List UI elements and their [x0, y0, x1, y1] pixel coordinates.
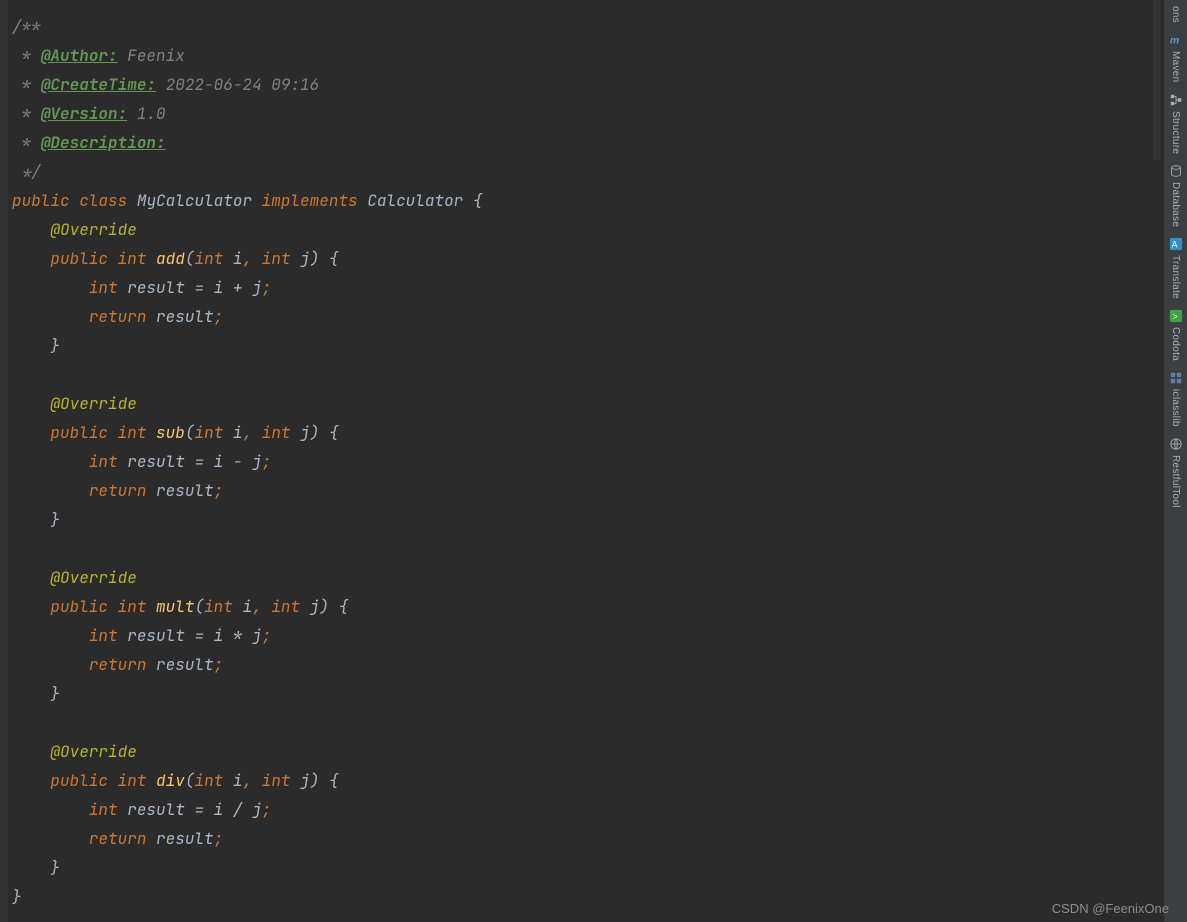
doc-version-val: 1.0 — [127, 103, 165, 124]
doc-star: * — [12, 45, 41, 66]
svg-text:m: m — [1169, 35, 1178, 47]
tool-codota[interactable]: > Codota — [1169, 309, 1183, 361]
globe-icon — [1169, 437, 1183, 451]
doc-desc-tag: @Description: — [41, 132, 166, 153]
svg-text:>: > — [1172, 312, 1177, 322]
tool-label: Maven — [1170, 51, 1181, 83]
tool-restfultool[interactable]: RestfulTool — [1169, 437, 1183, 508]
tool-ons[interactable]: ons — [1170, 6, 1181, 23]
tool-iclasslib[interactable]: iclasslib — [1169, 371, 1183, 427]
class-name: MyCalculator — [137, 190, 252, 211]
kw-class: class — [79, 190, 127, 211]
override-annotation: @Override — [50, 219, 136, 240]
code-editor[interactable]: /** * @Author: Feenix * @CreateTime: 202… — [8, 0, 1163, 922]
kw-implements: implements — [262, 190, 358, 211]
tool-label: Structure — [1170, 111, 1181, 154]
doc-create-tag: @CreateTime: — [41, 74, 156, 95]
scrollbar-thumb[interactable] — [1153, 0, 1161, 160]
doc-open: /** — [12, 16, 41, 37]
tool-label: ons — [1170, 6, 1181, 23]
editor-gutter — [0, 0, 8, 922]
method-div: div — [156, 770, 185, 791]
doc-author-tag: @Author: — [41, 45, 118, 66]
codota-icon: > — [1169, 309, 1183, 323]
method-mult: mult — [156, 596, 194, 617]
ide-window: /** * @Author: Feenix * @CreateTime: 202… — [0, 0, 1187, 922]
code-content[interactable]: /** * @Author: Feenix * @CreateTime: 202… — [8, 12, 1163, 911]
kw-public: public — [12, 190, 70, 211]
doc-author-val: Feenix — [118, 45, 185, 66]
method-sub: sub — [156, 422, 185, 443]
tool-maven[interactable]: m Maven — [1169, 33, 1183, 83]
iface-name: Calculator — [367, 190, 463, 211]
database-icon — [1169, 164, 1183, 178]
tool-translate[interactable]: A Translate — [1169, 237, 1183, 299]
maven-icon: m — [1169, 33, 1183, 47]
method-add: add — [156, 248, 185, 269]
tool-database[interactable]: Database — [1169, 164, 1183, 227]
tool-structure[interactable]: Structure — [1169, 93, 1183, 154]
doc-version-tag: @Version: — [41, 103, 127, 124]
tool-label: Database — [1170, 182, 1181, 227]
grid-icon — [1169, 371, 1183, 385]
right-tool-strip: ons m Maven Structure Database A Transla… — [1163, 0, 1187, 922]
structure-icon — [1169, 93, 1183, 107]
tool-label: Translate — [1170, 255, 1181, 299]
editor-scrollbar[interactable] — [1151, 0, 1163, 922]
tool-label: RestfulTool — [1170, 455, 1181, 508]
tool-label: iclasslib — [1170, 389, 1181, 427]
doc-create-val: 2022-06-24 09:16 — [156, 74, 319, 95]
watermark: CSDN @FeenixOne — [1052, 901, 1169, 916]
tool-label: Codota — [1170, 327, 1181, 361]
translate-icon: A — [1169, 237, 1183, 251]
doc-close: */ — [12, 161, 41, 182]
svg-text:A: A — [1171, 240, 1177, 250]
